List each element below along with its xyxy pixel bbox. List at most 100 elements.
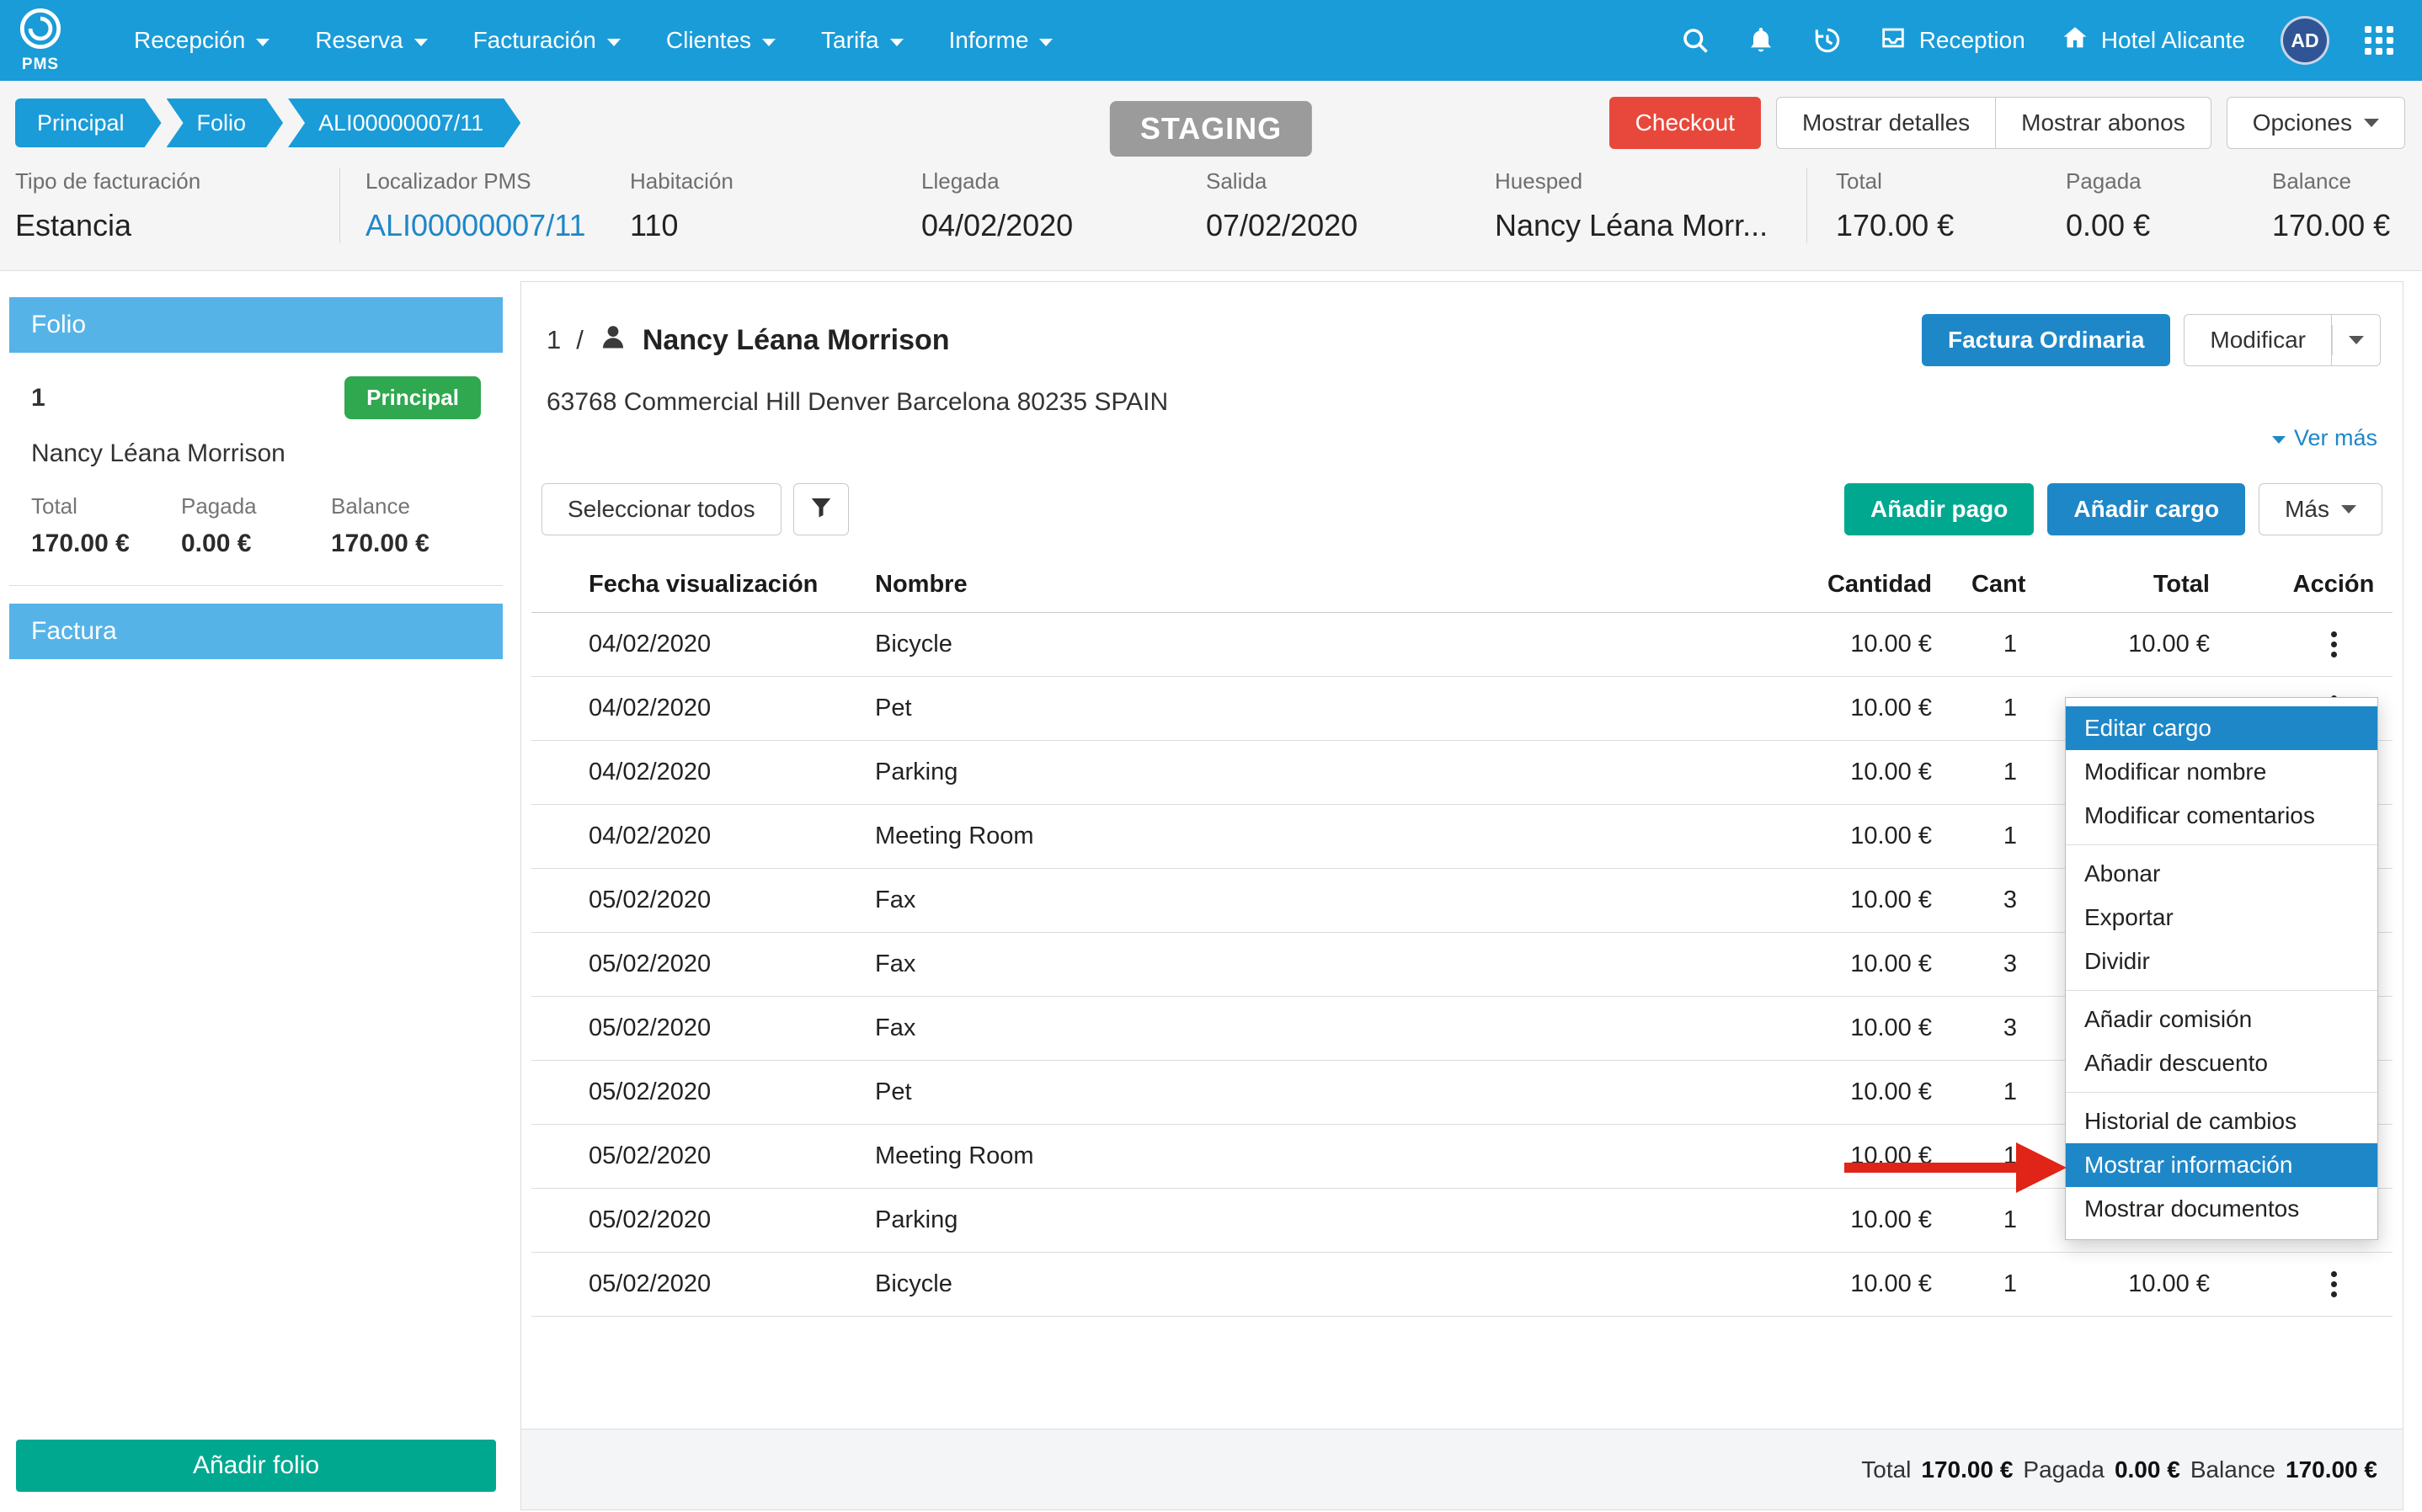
pms-logo-icon — [19, 7, 62, 55]
guest-header-row: 1 / Nancy Léana Morrison Factura Ordinar… — [521, 282, 2403, 366]
col-header-accion: Acción — [2275, 571, 2393, 599]
annotation-arrow-icon — [2016, 1142, 2067, 1193]
modificar-button[interactable]: Modificar — [2184, 314, 2332, 366]
notifications-bell-icon[interactable] — [1746, 25, 1776, 56]
nav-menus: RecepciónReservaFacturaciónClientesTarif… — [111, 0, 1075, 81]
factura-section-header[interactable]: Factura — [9, 604, 503, 659]
table-row: 04/02/2020Bicycle10.00 €110.00 € — [531, 613, 2393, 677]
menu-item-historial-de-cambios[interactable]: Historial de cambios — [2066, 1099, 2377, 1143]
folio-total-balance: Balance170.00 € — [331, 493, 481, 558]
menu-item-dividir[interactable]: Dividir — [2066, 940, 2377, 983]
apps-grid-icon[interactable] — [2365, 26, 2393, 55]
nav-menu-clientes[interactable]: Clientes — [643, 0, 798, 81]
table-row: 05/02/2020Bicycle10.00 €110.00 € — [531, 1253, 2393, 1317]
reception-label: Reception — [1919, 27, 2025, 54]
nav-menu-reserva[interactable]: Reserva — [292, 0, 450, 81]
tray-icon — [1879, 24, 1907, 58]
row-actions-kebab-icon[interactable] — [2326, 1266, 2342, 1302]
menu-item-exportar[interactable]: Exportar — [2066, 896, 2377, 940]
menu-item-anadir-comision[interactable]: Añadir comisión — [2066, 998, 2377, 1041]
anadir-cargo-button[interactable]: Añadir cargo — [2047, 483, 2245, 535]
table-header-row: Fecha visualización Nombre Cantidad Cant… — [531, 557, 2393, 613]
menu-item-mostrar-documentos[interactable]: Mostrar documentos — [2066, 1187, 2377, 1231]
modificar-split-button: Modificar — [2184, 314, 2381, 366]
guest-index: 1 — [547, 325, 561, 355]
info-field-balance: Balance170.00 € — [2272, 168, 2422, 243]
hotel-label: Hotel Alicante — [2101, 27, 2245, 54]
add-folio-button[interactable]: Añadir folio — [16, 1440, 496, 1492]
row-actions-kebab-icon[interactable] — [2326, 626, 2342, 663]
chevron-down-icon — [607, 39, 621, 46]
guest-separator: / — [576, 325, 584, 355]
nav-menu-recepcion[interactable]: Recepción — [111, 0, 292, 81]
header-actions: Checkout Mostrar detalles Mostrar abonos… — [1609, 97, 2405, 149]
breadcrumb-item-folio[interactable]: Folio — [167, 98, 284, 147]
footer-pagada-value: 0.00 € — [2115, 1456, 2180, 1483]
guest-address: 63768 Commercial Hill Denver Barcelona 8… — [521, 366, 2403, 417]
mas-button[interactable]: Más — [2259, 483, 2382, 535]
footer-pagada-label: Pagada — [2023, 1456, 2105, 1483]
menu-item-mostrar-informacion[interactable]: Mostrar información — [2066, 1143, 2377, 1187]
info-field-total: Total170.00 € — [1806, 168, 2066, 243]
modificar-dropdown-toggle[interactable] — [2332, 314, 2381, 366]
info-field-localizador-pms: Localizador PMSALI00000007/11 — [339, 168, 630, 243]
ver-mas-link[interactable]: Ver más — [2272, 425, 2377, 451]
folio-total-pagada: Pagada0.00 € — [181, 493, 331, 558]
principal-badge: Principal — [344, 376, 481, 419]
menu-item-modificar-nombre[interactable]: Modificar nombre — [2066, 750, 2377, 794]
col-header-cantidad: Cantidad — [1769, 571, 1971, 599]
context-menu: Editar cargoModificar nombreModificar co… — [2065, 697, 2378, 1240]
col-header-fecha: Fecha visualización — [531, 571, 875, 599]
factura-ordinaria-button[interactable]: Factura Ordinaria — [1922, 314, 2170, 366]
mostrar-detalles-button[interactable]: Mostrar detalles — [1776, 97, 1995, 149]
chevron-down-icon — [2349, 336, 2364, 344]
opciones-button[interactable]: Opciones — [2227, 97, 2405, 149]
folio-list-item[interactable]: 1 Principal Nancy Léana Morrison Total17… — [9, 353, 503, 586]
reception-link[interactable]: Reception — [1879, 24, 2025, 58]
avatar[interactable]: AD — [2281, 16, 2329, 65]
chevron-down-icon — [2364, 119, 2379, 127]
footer-balance-label: Balance — [2190, 1456, 2275, 1483]
search-icon[interactable] — [1680, 25, 1710, 56]
info-field-salida: Salida07/02/2020 — [1206, 168, 1495, 243]
nav-menu-facturacion[interactable]: Facturación — [451, 0, 643, 81]
app-logo[interactable]: PMS — [19, 7, 62, 74]
info-field-habitacion: Habitación110 — [630, 168, 921, 243]
footer-total-value: 170.00 € — [1921, 1456, 2013, 1483]
folio-total-total: Total170.00 € — [31, 493, 181, 558]
history-icon[interactable] — [1811, 24, 1843, 56]
filter-button[interactable] — [793, 483, 849, 535]
menu-item-anadir-descuento[interactable]: Añadir descuento — [2066, 1041, 2377, 1085]
home-icon — [2061, 24, 2089, 58]
checkout-button[interactable]: Checkout — [1609, 97, 1761, 149]
chevron-down-icon — [256, 39, 269, 46]
hotel-link[interactable]: Hotel Alicante — [2061, 24, 2245, 58]
top-navbar: PMS RecepciónReservaFacturaciónClientesT… — [0, 0, 2422, 81]
chevron-down-icon — [2341, 505, 2356, 514]
folio-guest-name: Nancy Léana Morrison — [31, 439, 481, 468]
folio-totals: Total170.00 €Pagada0.00 €Balance170.00 € — [31, 493, 481, 558]
nav-menu-tarifa[interactable]: Tarifa — [798, 0, 926, 81]
menu-item-modificar-comentarios[interactable]: Modificar comentarios — [2066, 794, 2377, 838]
breadcrumb-item-ali00000007-11[interactable]: ALI00000007/11 — [288, 98, 520, 147]
info-field-pagada: Pagada0.00 € — [2066, 168, 2272, 243]
menu-item-abonar[interactable]: Abonar — [2066, 852, 2377, 896]
mostrar-button-group: Mostrar detalles Mostrar abonos — [1776, 97, 2211, 149]
folio-sidebar: Folio 1 Principal Nancy Léana Morrison T… — [9, 297, 503, 1492]
nav-menu-informe[interactable]: Informe — [926, 0, 1076, 81]
info-field-llegada: Llegada04/02/2020 — [921, 168, 1206, 243]
anadir-pago-button[interactable]: Añadir pago — [1844, 483, 2034, 535]
staging-badge: STAGING — [1110, 101, 1312, 157]
breadcrumb-item-principal[interactable]: Principal — [15, 98, 162, 147]
localizador-pms-link[interactable]: ALI00000007/11 — [365, 208, 622, 243]
menu-item-editar-cargo[interactable]: Editar cargo — [2066, 706, 2377, 750]
folio-section-header[interactable]: Folio — [9, 297, 503, 353]
totals-footer: Total 170.00 € Pagada 0.00 € Balance 170… — [521, 1429, 2403, 1509]
content-area: Folio 1 Principal Nancy Léana Morrison T… — [0, 271, 2422, 1512]
seleccionar-todos-button[interactable]: Seleccionar todos — [541, 483, 782, 535]
page-header: PrincipalFolioALI00000007/11 STAGING Che… — [0, 81, 2422, 271]
menu-divider — [2066, 1092, 2377, 1093]
info-field-huesped: HuespedNancy Léana Morr... — [1495, 168, 1806, 243]
chevron-down-icon — [414, 39, 428, 46]
mostrar-abonos-button[interactable]: Mostrar abonos — [1995, 97, 2211, 149]
